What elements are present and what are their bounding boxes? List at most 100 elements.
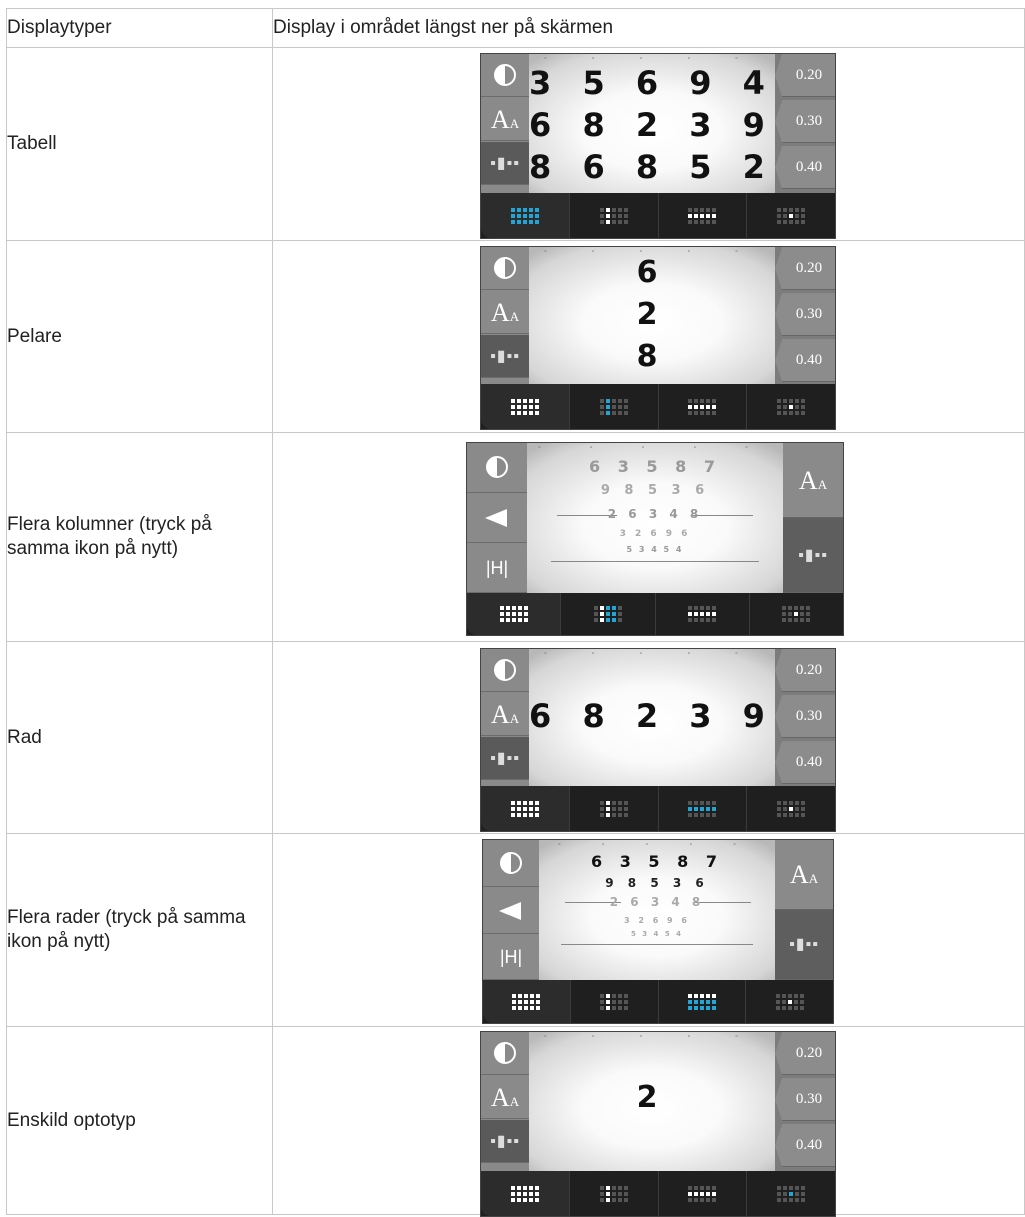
tab-column[interactable] (571, 980, 659, 1023)
table-row: Flera rader (tryck på samma ikon på nytt… (6, 833, 1025, 1027)
acuity-button[interactable]: 0.30 (775, 1078, 835, 1121)
screenshot-cell: |H| ▫ ▫ ▫ ▫ ▫ 6 3 5 8 7 9 8 5 3 6 2 6 3 … (272, 432, 1025, 642)
table-row: Rad AA ▪▮▪▪ ▫ ▫ ▫ ▫ ▫ 6 8 2 3 9 0.20 0.3… (6, 641, 1025, 834)
font-size-icon: AA (490, 105, 520, 134)
layout-tab-bar (481, 1171, 835, 1216)
tab-row[interactable] (659, 193, 748, 238)
h-letter-icon: |H| (499, 947, 523, 967)
tab-row[interactable] (656, 593, 750, 635)
header-display-types: Displaytyper (6, 8, 273, 48)
optotype: 2 (636, 297, 668, 332)
screenshot-cell: |H| ▫ ▫ ▫ ▫ ▫ 6 3 5 8 7 9 8 5 3 6 2 6 3 … (272, 833, 1025, 1027)
tab-column[interactable] (561, 593, 656, 635)
optotype-row: 6 3 5 8 7 (591, 852, 723, 871)
tab-single[interactable] (747, 1171, 835, 1216)
device-screenshot-flera-kolumner: |H| ▫ ▫ ▫ ▫ ▫ 6 3 5 8 7 9 8 5 3 6 2 6 3 … (466, 442, 844, 636)
table-row: Tabell AA ▪▮▪▪ ▫ ▫ ▫ ▫ ▫ 3 5 6 9 4 6 8 2… (6, 47, 1025, 241)
acuity-button[interactable]: 0.20 (775, 1032, 835, 1075)
screenshot-cell: AA ▪▮▪▪ ▫ ▫ ▫ ▫ ▫ 6 2 8 0.20 0.30 0.40 (272, 240, 1025, 433)
tab-table[interactable] (481, 193, 570, 238)
tab-single[interactable] (750, 593, 843, 635)
layout-tab-bar (467, 593, 843, 635)
h-letter-icon: |H| (485, 558, 509, 578)
acuity-button[interactable]: 0.20 (775, 54, 835, 97)
table-row: Pelare AA ▪▮▪▪ ▫ ▫ ▫ ▫ ▫ 6 2 8 0.20 0.30… (6, 240, 1025, 433)
layout-tab-bar (481, 384, 835, 429)
optotype-row: 3 2 6 9 6 (624, 916, 690, 925)
tab-row[interactable] (659, 384, 748, 429)
device-screenshot-flera-rader: |H| ▫ ▫ ▫ ▫ ▫ 6 3 5 8 7 9 8 5 3 6 2 6 3 … (482, 839, 834, 1024)
acuity-button[interactable]: 0.20 (775, 247, 835, 290)
layout-icon: ▪▮▪▪ (490, 750, 520, 767)
row-label: Tabell (6, 47, 273, 241)
contrast-icon (494, 659, 516, 681)
optotype-row: 8 6 8 5 2 (529, 148, 775, 186)
acuity-button[interactable]: 0.30 (775, 293, 835, 336)
layout-icon: ▪▮▪▪ (490, 1133, 520, 1150)
font-size-icon: AA (490, 700, 520, 729)
acuity-button[interactable]: 0.40 (775, 741, 835, 784)
table-row: Enskild optotyp AA ▪▮▪▪ ▫ ▫ ▫ ▫ ▫ 2 0.20… (6, 1026, 1025, 1217)
layout-icon: ▪▮▪▪ (798, 547, 828, 564)
display-types-table: Displaytyper Display i området längst ne… (6, 8, 1025, 1217)
layout-icon: ▪▮▪▪ (490, 155, 520, 172)
contrast-icon (486, 456, 508, 478)
optotype-row: 3 5 6 9 4 (529, 64, 775, 102)
table-row: Flera kolumner (tryck på samma ikon på n… (6, 432, 1025, 642)
optotype-row: 2 6 3 4 8 (607, 507, 703, 521)
device-screenshot-enskild: AA ▪▮▪▪ ▫ ▫ ▫ ▫ ▫ 2 0.20 0.30 0.40 (480, 1031, 836, 1217)
header-display-area: Display i området längst ner på skärmen (272, 8, 1025, 48)
contrast-icon (494, 257, 516, 279)
tab-single[interactable] (746, 980, 833, 1023)
tab-single[interactable] (747, 786, 835, 831)
optotype-row: 6 8 2 3 9 (529, 697, 775, 735)
screenshot-cell: AA ▪▮▪▪ ▫ ▫ ▫ ▫ ▫ 2 0.20 0.30 0.40 (272, 1026, 1025, 1217)
optotype-row: 5 3 4 5 4 (626, 545, 684, 554)
tab-column[interactable] (570, 384, 659, 429)
contrast-icon (494, 1042, 516, 1064)
font-size-icon: AA (490, 298, 520, 327)
contrast-icon (494, 64, 516, 86)
row-label: Enskild optotyp (6, 1026, 273, 1215)
acuity-button[interactable]: 0.20 (775, 649, 835, 692)
tab-table[interactable] (483, 980, 571, 1023)
tab-column[interactable] (570, 786, 659, 831)
optotype-row: 9 8 5 3 6 (600, 483, 710, 498)
optotype-row: 2 6 3 4 8 (609, 895, 705, 909)
layout-tab-bar (481, 193, 835, 238)
optotype: 2 (636, 1080, 668, 1115)
row-label: Flera rader (tryck på samma ikon på nytt… (6, 833, 273, 1027)
acuity-button[interactable]: 0.40 (775, 1124, 835, 1167)
layout-tab-bar (481, 786, 835, 831)
acuity-button[interactable]: 0.40 (775, 339, 835, 382)
font-size-icon: AA (490, 1083, 520, 1112)
tab-row[interactable] (659, 1171, 748, 1216)
tab-column[interactable] (570, 193, 659, 238)
layout-tab-bar (483, 980, 833, 1023)
screenshot-cell: AA ▪▮▪▪ ▫ ▫ ▫ ▫ ▫ 6 8 2 3 9 0.20 0.30 0.… (272, 641, 1025, 834)
tab-row[interactable] (659, 980, 747, 1023)
contrast-icon (500, 852, 522, 874)
tab-table[interactable] (481, 1171, 570, 1216)
acuity-button[interactable]: 0.30 (775, 100, 835, 143)
optotype-row: 3 2 6 9 6 (619, 529, 691, 539)
optotype-row: 5 3 4 5 4 (630, 930, 684, 938)
tab-column[interactable] (570, 1171, 659, 1216)
tab-table[interactable] (481, 786, 570, 831)
device-screenshot-tabell: AA ▪▮▪▪ ▫ ▫ ▫ ▫ ▫ 3 5 6 9 4 6 8 2 3 9 8 … (480, 53, 836, 239)
tab-single[interactable] (747, 193, 835, 238)
table-header-row: Displaytyper Display i området längst ne… (6, 8, 1025, 48)
tab-row[interactable] (659, 786, 748, 831)
optotype-row: 9 8 5 3 6 (605, 876, 709, 890)
layout-icon: ▪▮▪▪ (789, 936, 819, 953)
optotype: 6 (636, 255, 668, 290)
acuity-button[interactable]: 0.30 (775, 695, 835, 738)
row-label: Pelare (6, 240, 273, 433)
tab-single[interactable] (747, 384, 835, 429)
optotype-row: 6 8 2 3 9 (529, 106, 775, 144)
tab-table[interactable] (467, 593, 562, 635)
row-label: Flera kolumner (tryck på samma ikon på n… (6, 432, 273, 642)
acuity-button[interactable]: 0.40 (775, 146, 835, 189)
screenshot-cell: AA ▪▮▪▪ ▫ ▫ ▫ ▫ ▫ 3 5 6 9 4 6 8 2 3 9 8 … (272, 47, 1025, 241)
tab-table[interactable] (481, 384, 570, 429)
